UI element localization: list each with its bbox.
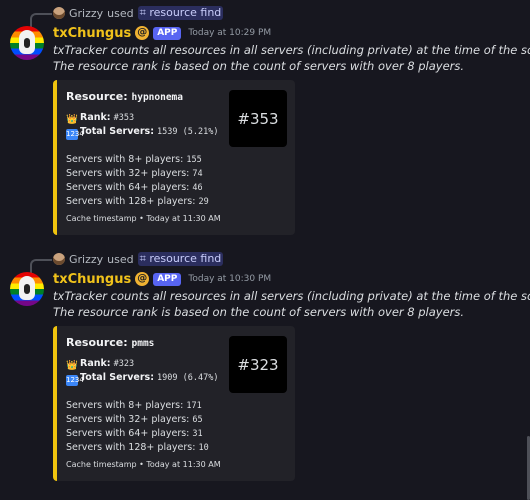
reply-username[interactable]: Grizzy [69, 253, 103, 266]
avatar-face [19, 30, 35, 54]
message-text: txTracker counts all resources in all se… [53, 42, 530, 74]
stat-value: 31 [192, 429, 203, 439]
total-label: Total Servers: [80, 126, 155, 137]
total-value: 1909 (6.47%) [157, 373, 219, 383]
timestamp[interactable]: Today at 10:29 PM [188, 28, 271, 38]
stat-row: Servers with 8+ players: 155 [66, 153, 202, 167]
embed-title: Resource: hypnonema [66, 90, 183, 103]
embed-thumbnail[interactable]: #353 [229, 90, 287, 147]
app-badge: APP [153, 272, 182, 286]
avatar[interactable] [10, 272, 44, 306]
stat-value: 74 [192, 169, 203, 179]
message-1: Grizzy used ⌗ resource find txChungus @ … [0, 4, 530, 235]
crown-icon: 👑 [66, 360, 78, 371]
stat-row: Servers with 64+ players: 46 [66, 181, 203, 195]
embed-footer: Cache timestamp • Today at 11:30 AM [66, 214, 221, 223]
rank-value: #353 [113, 113, 135, 123]
stat-label: Servers with 64+ players: [66, 182, 190, 193]
rank-label: Rank: [80, 358, 111, 369]
app-badge: APP [153, 26, 182, 40]
resource-name: hypnonema [131, 92, 183, 103]
reply-used-text: used [107, 6, 134, 20]
stat-label: Servers with 32+ players: [66, 168, 190, 179]
stat-row: Servers with 128+ players: 10 [66, 441, 209, 455]
stat-label: Servers with 128+ players: [66, 196, 196, 207]
stat-value: 171 [186, 401, 202, 411]
embed-title-label: Resource: [66, 336, 128, 349]
embed: Resource: hypnonema 👑 Rank: #353 1234Tota… [53, 80, 295, 235]
message-header: txChungus @ APP Today at 10:30 PM [53, 270, 271, 288]
reply-reference[interactable]: Grizzy used ⌗ resource find [30, 4, 224, 29]
embed-thumbnail[interactable]: #323 [229, 336, 287, 393]
stat-row: Servers with 64+ players: 31 [66, 427, 203, 441]
slash-command[interactable]: ⌗ resource find [137, 6, 224, 20]
slash-command[interactable]: ⌗ resource find [137, 252, 224, 266]
username[interactable]: txChungus [53, 272, 131, 287]
total-value: 1539 (5.21%) [157, 127, 219, 137]
reply-user-avatar[interactable] [53, 7, 65, 19]
embed-footer: Cache timestamp • Today at 11:30 AM [66, 460, 221, 469]
reply-reference[interactable]: Grizzy used ⌗ resource find [30, 250, 224, 275]
avatar[interactable] [10, 26, 44, 60]
reply-user-avatar[interactable] [53, 253, 65, 265]
rank-row: 👑 Rank: #323 [66, 357, 134, 371]
numbers-icon: 1234 [66, 375, 84, 386]
rank-value: #323 [113, 359, 135, 369]
total-label: Total Servers: [80, 372, 155, 383]
stat-value: 155 [186, 155, 202, 165]
stat-label: Servers with 128+ players: [66, 442, 196, 453]
embed-title: Resource: pmms [66, 336, 154, 349]
stat-row: Servers with 8+ players: 171 [66, 399, 202, 413]
stat-label: Servers with 64+ players: [66, 428, 190, 439]
stat-value: 10 [198, 443, 209, 453]
stat-label: Servers with 8+ players: [66, 400, 184, 411]
stat-label: Servers with 32+ players: [66, 414, 190, 425]
stat-value: 29 [198, 197, 209, 207]
message-line-2: The resource rank is based on the count … [53, 305, 465, 319]
stat-value: 65 [192, 415, 203, 425]
username[interactable]: txChungus [53, 26, 131, 41]
message-header: txChungus @ APP Today at 10:29 PM [53, 24, 271, 42]
avatar-face [19, 276, 35, 300]
rank-label: Rank: [80, 112, 111, 123]
embed: Resource: pmms 👑 Rank: #323 1234Total Ser… [53, 326, 295, 481]
embed-title-label: Resource: [66, 90, 128, 103]
app-icon: @ [135, 26, 150, 40]
timestamp[interactable]: Today at 10:30 PM [188, 274, 271, 284]
stat-label: Servers with 8+ players: [66, 154, 184, 165]
stat-value: 46 [192, 183, 203, 193]
reply-used-text: used [107, 252, 134, 266]
rank-row: 👑 Rank: #353 [66, 111, 134, 125]
message-line-1: txTracker counts all resources in all se… [53, 289, 530, 303]
message-2: Grizzy used ⌗ resource find txChungus @ … [0, 250, 530, 481]
crown-icon: 👑 [66, 114, 78, 125]
stat-row: Servers with 128+ players: 29 [66, 195, 209, 209]
app-icon: @ [135, 272, 150, 286]
message-line-2: The resource rank is based on the count … [53, 59, 465, 73]
numbers-icon: 1234 [66, 129, 84, 140]
total-row: 1234Total Servers: 1909 (6.47%) [66, 371, 218, 386]
message-line-1: txTracker counts all resources in all se… [53, 43, 530, 57]
stat-row: Servers with 32+ players: 74 [66, 167, 203, 181]
stat-row: Servers with 32+ players: 65 [66, 413, 203, 427]
total-row: 1234Total Servers: 1539 (5.21%) [66, 125, 218, 140]
message-text: txTracker counts all resources in all se… [53, 288, 530, 320]
reply-username[interactable]: Grizzy [69, 7, 103, 20]
resource-name: pmms [131, 338, 155, 349]
